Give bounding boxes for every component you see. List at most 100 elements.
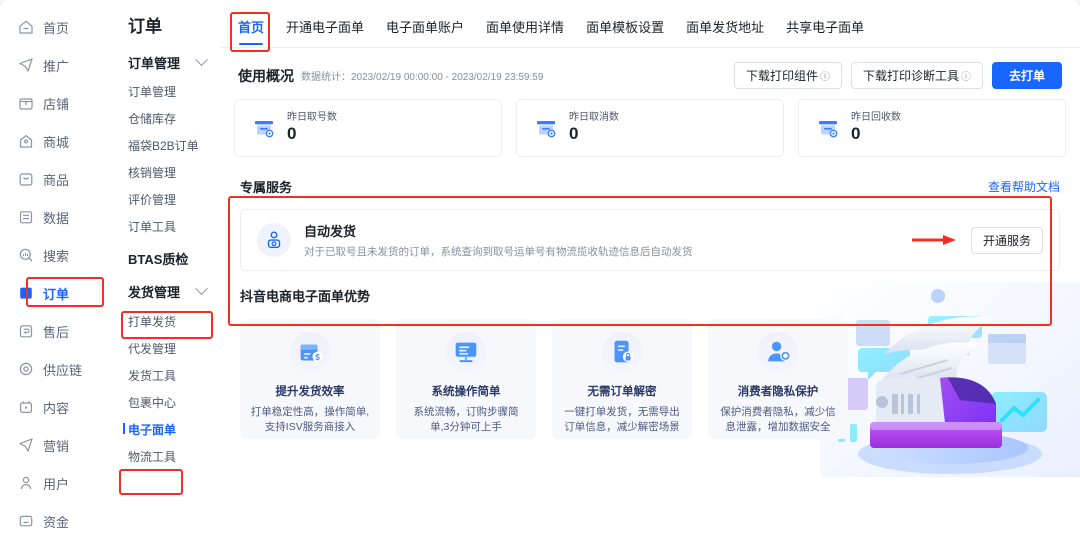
sidebar-subitem[interactable]: 包裹中心 <box>110 389 220 416</box>
sidebar-subitem[interactable]: 代发管理 <box>110 335 220 362</box>
aftersale-icon <box>18 323 34 339</box>
advantage-card-4: 消费者隐私保护保护消费者隐私，减少信息泄露，增加数据安全 <box>708 319 848 439</box>
advantage-heading: 消费者隐私保护 <box>737 386 819 398</box>
product-icon <box>18 171 34 187</box>
stat-label: 昨日取号数 <box>287 111 337 123</box>
sidebar-item-11[interactable]: 内容 <box>0 388 110 426</box>
sidebar-item-label: 供应链 <box>43 362 83 378</box>
sidebar-order-items: 订单管理 仓储库存 福袋B2B订单 核销管理 评价管理 订单工具 <box>110 78 220 240</box>
stat-card-2: 昨日取消数 0 <box>516 99 784 157</box>
tab-4[interactable]: 面单使用详情 <box>486 17 564 47</box>
help-doc-link[interactable]: 查看帮助文档 <box>988 178 1060 195</box>
advantages-section: 抖音电商电子面单优势 $ 提升发货效率 打单稳定性高，操作简单,支持ISV服务商… <box>234 282 1080 477</box>
service-name: 自动发货 <box>304 224 357 239</box>
sidebar-item-label: 推广 <box>43 58 70 74</box>
search-icon <box>18 247 34 263</box>
usage-header: 使用概况 数据统计：2023/02/19 00:00:00 - 2023/02/… <box>234 48 1066 99</box>
supplychain-icon <box>18 361 34 377</box>
usage-button-3[interactable]: 去打单 <box>991 62 1062 89</box>
tab-5[interactable]: 面单模板设置 <box>586 17 664 47</box>
data-icon <box>18 209 34 225</box>
promotion-icon <box>18 57 34 73</box>
sidebar-item-3[interactable]: 店铺 <box>0 84 110 122</box>
sidebar-item-12[interactable]: 营销 <box>0 426 110 464</box>
service-desc: 对于已取号且未发货的订单，系统查询到取号运单号有物流揽收轨迹信息后自动发货 <box>304 246 693 258</box>
sidebar-item-label: 用户 <box>43 476 70 492</box>
advantages-title: 抖音电商电子面单优势 <box>240 289 371 304</box>
advantage-text: 打单稳定性高，操作简单,支持ISV服务商接入 <box>250 406 370 434</box>
content-icon <box>18 399 34 415</box>
primary-sidebar: 首页推广店铺商城 商品数据搜索 订单 售后供应链内容营销用户资金 <box>0 0 110 536</box>
waybill-icon <box>815 115 841 141</box>
sidebar-item-2[interactable]: 推广 <box>0 46 110 84</box>
sidebar-subitem[interactable]: 评价管理 <box>110 186 220 213</box>
sidebar-shipping-items: 打单发货 代发管理 发货工具 包裹中心 <box>110 308 220 416</box>
usage-button-label: 下载打印组件 <box>745 69 818 83</box>
advantage-heading: 系统操作简单 <box>431 386 501 398</box>
usage-button-1[interactable]: 下载打印组件 ⓘ <box>733 62 842 89</box>
activate-service-button[interactable]: 开通服务 <box>970 226 1043 254</box>
sidebar-item-label: 店铺 <box>43 96 70 112</box>
sidebar-subitem[interactable]: 订单管理 <box>110 78 220 105</box>
service-row-auto-ship: 自动发货 对于已取号且未发货的订单，系统查询到取号运单号有物流揽收轨迹信息后自动… <box>240 209 1060 271</box>
stat-value: 0 <box>569 123 579 143</box>
sidebar-subitem[interactable]: 打单发货 <box>110 308 220 335</box>
sidebar-subitem[interactable]: 发货工具 <box>110 362 220 389</box>
sidebar-item-5[interactable]: 商品 <box>0 160 110 198</box>
service-text-block: 自动发货 对于已取号且未发货的订单，系统查询到取号运单号有物流揽收轨迹信息后自动… <box>304 221 693 259</box>
sidebar-item-label: 营销 <box>43 438 70 454</box>
sidebar-item-9[interactable]: 售后 <box>0 312 110 350</box>
fund-icon <box>18 513 34 529</box>
sidebar-item-13[interactable]: 用户 <box>0 464 110 502</box>
advantage-card-3: 无需订单解密 一键打单发货，无需导出订单信息，减少解密场景 <box>552 319 692 439</box>
info-icon: ⓘ <box>819 72 830 83</box>
user-icon <box>18 475 34 491</box>
tab-3[interactable]: 电子面单账户 <box>386 17 464 47</box>
secondary-sidebar-title: 订单 <box>128 17 162 36</box>
sidebar-group-order-management[interactable]: 订单管理 <box>110 47 220 78</box>
secondary-sidebar: 订单 订单管理 订单管理 仓储库存 福袋B2B订单 核销管理 评价管理 订单工具 BTAS… <box>110 0 220 536</box>
tab-6[interactable]: 面单发货地址 <box>686 17 764 47</box>
sidebar-item-7[interactable]: 搜索 <box>0 236 110 274</box>
exclusive-service-title: 专属服务 <box>240 179 293 195</box>
stat-card-3: 昨日回收数 0 <box>798 99 1066 157</box>
exclusive-service-section: 专属服务 查看帮助文档 自动发货 对于已取号且未发货的订单，系统查询到取号运单号… <box>234 173 1066 271</box>
usage-button-2[interactable]: 下载打印诊断工具 ⓘ <box>850 62 983 89</box>
sidebar-item-6[interactable]: 数据 <box>0 198 110 236</box>
sidebar-item-1[interactable]: 首页 <box>0 8 110 46</box>
tab-bar: 首页 开通电子面单 电子面单账户 面单使用详情 面单模板设置 面单发货地址 共享电子面单 <box>220 0 1080 48</box>
sidebar-item-14[interactable]: 资金 <box>0 502 110 536</box>
sidebar-subitem[interactable]: 订单工具 <box>110 213 220 240</box>
tab-1[interactable]: 首页 <box>238 17 264 47</box>
sidebar-subitem[interactable]: 物流工具 <box>110 443 220 470</box>
shop-icon <box>18 95 34 111</box>
sidebar-group-btas[interactable]: BTAS质检 <box>110 240 220 275</box>
stat-card-list: 昨日取号数 0 昨日取消数 0 昨日回收数 0 <box>234 99 1066 157</box>
usage-actions: 下载打印组件 ⓘ 下载打印诊断工具 ⓘ 去打单 <box>733 62 1062 89</box>
stat-label: 昨日回收数 <box>851 111 901 123</box>
advantage-text: 保护消费者隐私，减少信息泄露，增加数据安全 <box>720 406 836 434</box>
tab-2[interactable]: 开通电子面单 <box>286 17 364 47</box>
secure-doc-icon <box>602 332 642 372</box>
sidebar-item-label: 数据 <box>43 210 70 226</box>
info-icon: ⓘ <box>960 72 971 83</box>
sidebar-group-shipping-management[interactable]: 发货管理 <box>110 275 220 308</box>
sidebar-item-10[interactable]: 供应链 <box>0 350 110 388</box>
tab-7[interactable]: 共享电子面单 <box>786 17 864 47</box>
chevron-down-icon <box>195 282 208 296</box>
sidebar-item-label: 首页 <box>43 20 70 36</box>
sidebar-item-8[interactable]: 订单 <box>0 274 110 312</box>
usage-button-label: 去打单 <box>1008 69 1045 83</box>
sidebar-subitem[interactable]: 仓储库存 <box>110 105 220 132</box>
sidebar-subitem[interactable]: 福袋B2B订单 <box>110 132 220 159</box>
waybill-icon <box>251 115 277 141</box>
sidebar-item-electronic-waybill[interactable]: 电子面单 <box>110 416 220 443</box>
page-root: 首页 推广 店铺 商城 商品 数据 搜索 订单 售后 供应链 内容 营销 用户 资金 订单 订单管理 订单… <box>0 0 1080 536</box>
sidebar-group-order-label: 订单管理 <box>128 56 181 71</box>
sidebar-subitem[interactable]: 核销管理 <box>110 159 220 186</box>
usage-range: 数据统计：2023/02/19 00:00:00 - 2023/02/19 23… <box>301 72 544 83</box>
svg-text:$: $ <box>315 352 320 362</box>
advantage-text: 系统流畅，订购步骤简单,3分钟可上手 <box>413 406 519 434</box>
sidebar-item-4[interactable]: 商城 <box>0 122 110 160</box>
mall-icon <box>18 133 34 149</box>
